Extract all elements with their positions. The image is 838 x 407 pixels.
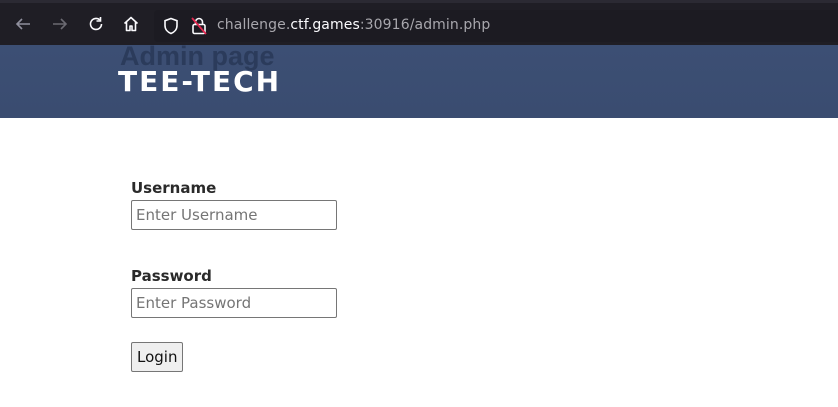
username-label: Username [131, 179, 217, 197]
url-suffix: :30916/admin.php [359, 17, 491, 33]
forward-icon [53, 18, 68, 30]
password-input[interactable] [131, 288, 337, 318]
password-label: Password [131, 267, 212, 285]
site-header: Admin page TEE-TECH [0, 41, 838, 118]
browser-toolbar: challenge.ctf.games:30916/admin.php [0, 0, 838, 45]
username-input[interactable] [131, 200, 337, 230]
home-icon [123, 16, 139, 32]
back-icon [15, 18, 30, 30]
url-bar[interactable]: challenge.ctf.games:30916/admin.php [154, 10, 838, 42]
insecure-lock-icon[interactable] [190, 16, 208, 36]
login-button[interactable]: Login [131, 342, 184, 372]
reload-icon [89, 17, 103, 31]
url-prefix: challenge. [217, 17, 291, 33]
tracking-shield-icon[interactable] [162, 17, 180, 35]
login-form: Username Password Login [131, 178, 431, 372]
forward-button[interactable] [48, 12, 72, 36]
url-text[interactable]: challenge.ctf.games:30916/admin.php [217, 17, 490, 33]
home-button[interactable] [119, 12, 143, 36]
back-button[interactable] [11, 12, 35, 36]
brand-logo-text: TEE-TECH [118, 65, 282, 98]
url-host: ctf.games [290, 17, 360, 33]
reload-button[interactable] [84, 12, 108, 36]
